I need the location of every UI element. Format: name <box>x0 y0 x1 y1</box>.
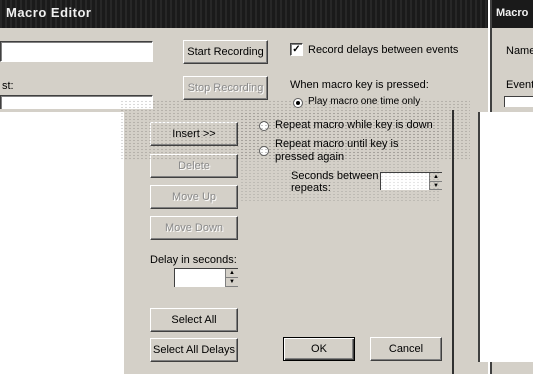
delay-spinner[interactable]: ▲ ▼ <box>174 268 238 287</box>
delay-spin-buttons[interactable]: ▲ ▼ <box>225 269 238 287</box>
title-bar[interactable]: Macro Editor <box>0 0 488 28</box>
name-label: Name: <box>506 45 533 57</box>
move-down-button[interactable]: Move Down <box>150 216 238 240</box>
side-window-title: Macro <box>496 7 529 19</box>
seconds-spin-buttons[interactable]: ▲ ▼ <box>429 173 442 190</box>
play-once-radio[interactable] <box>293 98 303 108</box>
playback-heading: When macro key is pressed: <box>290 79 429 91</box>
spin-down-icon[interactable]: ▼ <box>430 182 442 190</box>
spin-up-icon[interactable]: ▲ <box>430 173 442 182</box>
spin-up-icon[interactable]: ▲ <box>226 269 238 278</box>
seconds-between-label: Seconds between repeats: <box>291 170 379 194</box>
select-all-button[interactable]: Select All <box>150 308 238 332</box>
checkmark-icon: ✓ <box>292 44 301 55</box>
cancel-button[interactable]: Cancel <box>370 337 442 361</box>
play-once-label: Play macro one time only <box>308 96 421 107</box>
repeat-until-pressed-radio[interactable] <box>259 146 269 156</box>
record-delays-label: Record delays between events <box>308 44 459 56</box>
start-recording-button[interactable]: Start Recording <box>183 40 268 64</box>
event-list[interactable] <box>0 112 124 374</box>
repeat-while-down-radio[interactable] <box>259 121 269 131</box>
repeat-while-down-label: Repeat macro while key is down <box>275 119 433 131</box>
event-field[interactable] <box>504 96 533 107</box>
side-event-list[interactable] <box>478 112 533 362</box>
delete-button[interactable]: Delete <box>150 154 238 178</box>
insert-button[interactable]: Insert >> <box>150 122 238 146</box>
event-list-header <box>0 95 153 109</box>
repeat-until-pressed-label: Repeat macro until key is pressed again <box>275 138 399 163</box>
move-up-button[interactable]: Move Up <box>150 185 238 209</box>
separator-line <box>452 110 454 374</box>
stop-recording-button[interactable]: Stop Recording <box>183 76 268 100</box>
side-window-title-bar[interactable]: Macro <box>492 0 533 28</box>
list-label: st: <box>2 80 14 92</box>
delay-label: Delay in seconds: <box>150 254 237 266</box>
event-label: Event <box>506 79 533 91</box>
screen: Macro Editor Macro Name: Event st: Start… <box>0 0 533 374</box>
record-delays-checkbox[interactable]: ✓ <box>290 43 303 56</box>
seconds-between-spinner[interactable]: ▲ ▼ <box>380 172 442 190</box>
select-all-delays-button[interactable]: Select All Delays <box>150 338 238 362</box>
spin-down-icon[interactable]: ▼ <box>226 278 238 287</box>
macro-name-input[interactable] <box>0 41 153 62</box>
ok-button[interactable]: OK <box>283 337 355 361</box>
window-title: Macro Editor <box>6 5 92 20</box>
